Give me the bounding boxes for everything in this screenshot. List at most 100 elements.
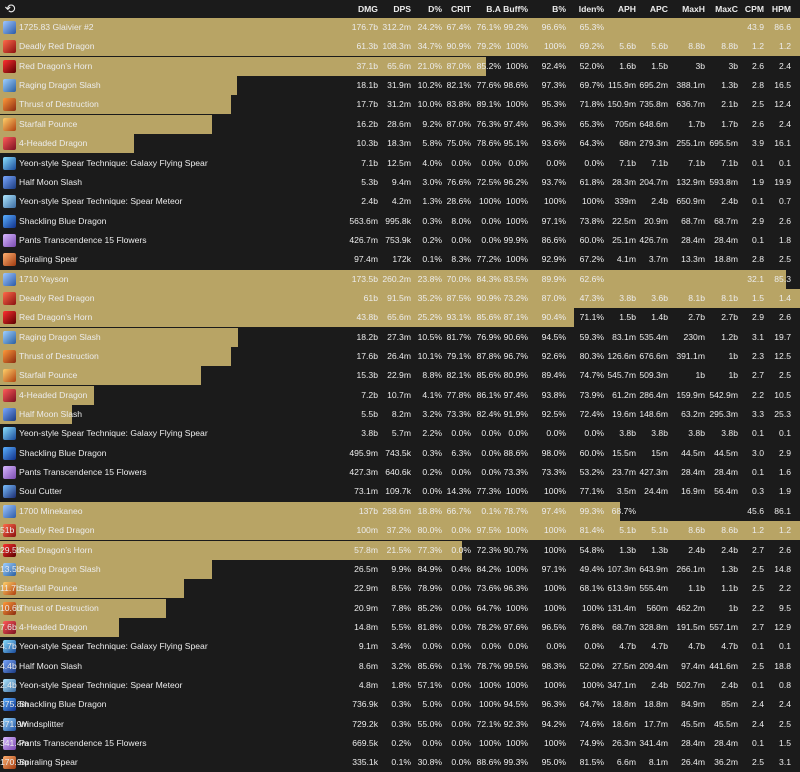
stat-cell: 0.0% [451,641,471,652]
stat-cell: 347.1m [607,679,636,690]
stat-cell: 73.3% [503,467,528,478]
skill-row[interactable]: Half Moon Slash 5.3b 9.4m 3.0% 76.6% 72.5% 96.… [0,173,800,192]
stat-cell: 3b [728,60,738,71]
stat-cell: 1.9 [752,176,764,187]
stat-cell: 100% [506,196,528,207]
stat-cell: 99.3% [579,505,604,516]
column-header-dmg[interactable]: DMG [358,0,378,18]
stat-cell: 14.3% [446,486,471,497]
skill-row[interactable]: Spiraling Spear 97.4m 172k 0.1% 8.3% 77.2% 100… [0,250,800,269]
skill-row[interactable]: Yeon-style Spear Technique: Spear Meteor… [0,192,800,211]
column-header-crit[interactable]: CRIT [451,0,471,18]
stat-cell: 97.1% [541,563,566,574]
stat-cell: 76.6% [446,176,471,187]
stat-cell: 20.9m [354,602,378,613]
column-header-d[interactable]: D% [428,0,442,18]
skill-row[interactable]: Pants Transcendence 15 Flowers 427.3m 640.… [0,463,800,482]
skill-row[interactable]: Yeon-style Spear Technique: Galaxy Flyin… [0,637,800,656]
stat-cell: 2.4 [752,699,764,710]
stat-cell: 3.7m [648,254,668,265]
column-header-dps[interactable]: DPS [393,0,411,18]
skill-row[interactable]: Thrust of Destruction 17.6b 26.4m 10.1% 79.1… [0,347,800,366]
stat-cell: 260.2m [382,273,411,284]
skill-row[interactable]: 4-Headed Dragon 10.3b 18.3m 5.8% 75.0% 78.6% 9… [0,134,800,154]
stat-cell: 10.0% [417,99,442,110]
stat-cell: 18.8m [714,254,738,265]
skill-row[interactable]: Raging Dragon Slash 18.1b 31.9m 10.2% 82.1% 7… [0,76,800,96]
skill-row[interactable]: Half Moon Slash 5.5b 8.2m 3.2% 73.3% 82.4% 91.… [0,405,800,424]
skill-row[interactable]: Spiraling Spear 170.9m 335.1k 0.1% 30.8% 0.0%… [0,753,800,772]
stat-cell: 92.3% [503,718,528,729]
skill-row[interactable]: Deadly Red Dragon 51b 100m 37.2% 80.0% 0.0% 97… [0,521,800,541]
skill-name: Spiraling Spear [19,254,78,265]
skill-row[interactable]: Pants Transcendence 15 Flowers 341.4m 669.… [0,734,800,753]
stat-cell: 97.3% [541,80,566,91]
skill-row[interactable]: Yeon-style Spear Technique: Galaxy Flyin… [0,424,800,443]
stat-cell: 19.7 [774,331,791,342]
stat-cell: 68.7m [612,621,636,632]
skill-row[interactable]: Windsplitter 371.9m 729.2k 0.3% 55.0% 0.0% 72.… [0,715,800,734]
skill-row[interactable]: Starfall Pounce 11.7b 22.9m 8.5% 78.9% 0.0% 73… [0,579,800,599]
stat-cell: 0.0% [508,641,528,652]
player-row[interactable]: 1700 Minekaneo 137b 268.6m 18.8% 66.7% 0.1% 78… [0,501,800,521]
skill-row[interactable]: Red Dragon's Horn 29.5b 57.8m 21.5% 77.3% 0.0… [0,540,800,560]
skill-row[interactable]: Deadly Red Dragon 61b 91.5m 35.2% 87.5% 90.9%… [0,288,800,308]
column-header-iden[interactable]: Iden% [579,0,604,18]
meter-icon[interactable]: ⟲ [3,2,17,16]
stat-cell: 53.2% [579,467,604,478]
skill-row[interactable]: Red Dragon's Horn 37.1b 65.6m 21.0% 87.0% 85.… [0,56,800,76]
stat-cell: 57.1% [417,679,442,690]
skill-row[interactable]: Raging Dragon Slash 18.2b 27.3m 10.5% 81.7% 7… [0,327,800,347]
column-header-apc[interactable]: APC [650,0,668,18]
stat-cell: 388.1m [676,80,705,91]
skill-row[interactable]: Yeon-style Spear Technique: Galaxy Flyin… [0,154,800,173]
stat-cell: 76.9% [476,331,501,342]
stat-cell: 87.0% [541,292,566,303]
skill-row[interactable]: Shackling Blue Dragon 495.9m 743.5k 0.3% 6.3… [0,444,800,463]
column-header-buff[interactable]: Buff% [503,0,528,18]
skill-row[interactable]: Pants Transcendence 15 Flowers 426.7m 753.… [0,231,800,250]
stat-cell: 73.6% [476,583,501,594]
stat-cell: 79.1% [446,351,471,361]
stat-cell: 3.9 [752,138,764,149]
column-header-hpm[interactable]: HPM [772,0,791,18]
stat-cell: 2.4b [688,544,705,555]
skill-row[interactable]: Starfall Pounce 15.3b 22.9m 8.8% 82.1% 85.6% 8… [0,366,800,386]
skill-name: Raging Dragon Slash [19,80,101,91]
skill-row[interactable]: Deadly Red Dragon 61.3b 108.3m 34.7% 90.9% 79… [0,37,800,57]
skill-name: 4-Headed Dragon [19,138,88,149]
stat-cell: 0.1% [391,757,411,768]
skill-row[interactable]: Thrust of Destruction 10.6b 20.9m 7.8% 85.2%… [0,598,800,618]
skill-row[interactable]: Yeon-style Spear Technique: Spear Meteor… [0,676,800,695]
skill-row[interactable]: Half Moon Slash 4.4b 8.6m 3.2% 85.6% 0.1% 78.7… [0,657,800,676]
column-header-b-a[interactable]: B.A [486,0,501,18]
stat-cell: 18.3m [387,138,411,149]
pants-icon [3,466,16,480]
skill-row[interactable]: 4-Headed Dragon 7.2b 10.7m 4.1% 77.8% 86.1% 97… [0,385,800,405]
skill-row[interactable]: Shackling Blue Dragon 563.6m 995.8k 0.3% 8.0… [0,212,800,231]
player-row[interactable]: 1710 Yayson 173.5b 260.2m 23.8% 70.0% 84.3% 83… [0,269,800,289]
stat-cell: 94.5% [541,331,566,342]
skill-row[interactable]: Shackling Blue Dragon 375.8m 736.9k 0.3% 5.0… [0,695,800,714]
player-row[interactable]: 1725.83 Glaivier #2 176.7b 312.2m 24.2% 67.4… [0,18,800,37]
skill-row[interactable]: 4-Headed Dragon 7.6b 14.8m 5.5% 81.8% 0.0% 78.… [0,617,800,637]
stat-cell: 3.8b [619,292,636,303]
skill-row[interactable]: Soul Cutter 73.1m 109.7k 0.0% 14.3% 77.3% 100%… [0,482,800,501]
stat-cell: 28.4m [714,738,738,748]
column-header-maxh[interactable]: MaxH [682,0,705,18]
skill-row[interactable]: Thrust of Destruction 17.7b 31.2m 10.0% 83.8… [0,95,800,115]
column-header-aph[interactable]: APH [618,0,636,18]
stat-cell: 10.5% [417,331,442,342]
skill-row[interactable]: Starfall Pounce 16.2b 28.6m 9.2% 87.0% 76.3% 9… [0,114,800,134]
column-header-b[interactable]: B% [552,0,566,18]
column-header-cpm[interactable]: CPM [745,0,764,18]
stat-cell: 99.9% [503,234,528,245]
column-header-maxc[interactable]: MaxC [715,0,738,18]
stat-cell: 5.0% [422,699,442,710]
skill-row[interactable]: Red Dragon's Horn 43.8b 65.6m 25.2% 93.1% 85.… [0,308,800,328]
stat-cell: 71.1% [579,312,604,323]
stat-cell: 100% [479,196,501,207]
skill-row[interactable]: Raging Dragon Slash 13.5b 26.5m 9.9% 84.9% 0.… [0,559,800,579]
stat-cell: 93.8% [541,389,566,400]
stat-cell: 85.6% [476,370,501,381]
